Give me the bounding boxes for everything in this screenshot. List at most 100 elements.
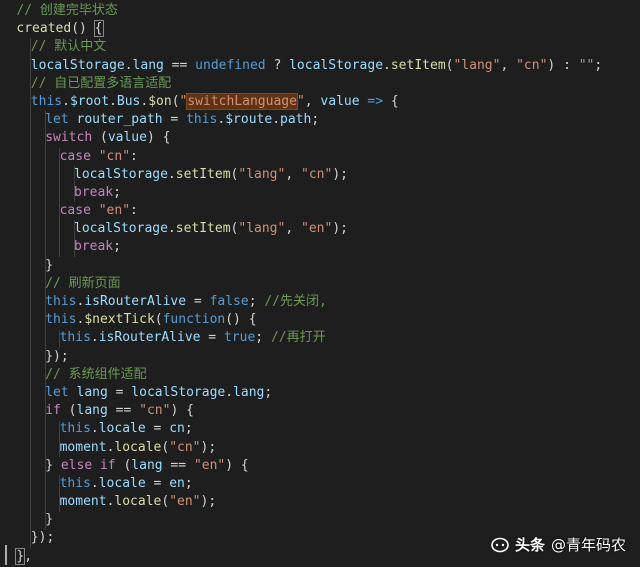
code-area[interactable]: // 创建完毕状态 created() {// 默认中文 localStorage.… (0, 2, 640, 566)
code-line[interactable]: break; (0, 184, 640, 202)
code-token: this (59, 475, 91, 491)
code-token: lang (131, 457, 163, 473)
code-token: path (280, 112, 312, 128)
code-line[interactable]: this.isRouterAlive = true; //再打开 (0, 329, 640, 347)
code-token: ) { (146, 130, 171, 146)
code-line[interactable]: this.$root.Bus.$on("switchLanguage", val… (0, 92, 640, 111)
code-token: setItem (175, 166, 231, 182)
code-token: switchLanguage (186, 92, 298, 110)
code-token: setItem (390, 57, 446, 73)
code-token: { (383, 93, 399, 109)
code-token: $nextTick (84, 312, 155, 328)
code-token: value (107, 130, 147, 146)
code-line[interactable]: // 默认中文 (0, 38, 640, 56)
code-token: { (93, 20, 104, 38)
code-token: localStorage (74, 166, 168, 182)
code-token: localStorage (131, 384, 226, 400)
code-token: ; (184, 475, 193, 491)
code-token: false (209, 294, 249, 309)
code-token: locale (114, 494, 162, 510)
code-token: = (107, 384, 132, 400)
code-token: . (90, 475, 99, 491)
code-token: = (200, 330, 224, 346)
code-token: //再打开 (270, 330, 326, 346)
code-line[interactable]: let lang = localStorage.lang; (0, 384, 640, 402)
code-token: localStorage (289, 57, 384, 73)
code-token: . (124, 57, 133, 73)
code-line[interactable]: moment.locale("en"); (0, 493, 640, 511)
code-line[interactable]: // 刷新页面 (0, 275, 640, 293)
code-token: if (99, 457, 116, 473)
code-token: this (59, 421, 91, 437)
code-line[interactable]: this.locale = en; (0, 475, 640, 493)
code-token: lang (233, 384, 265, 400)
code-token: // 创建完毕状态 (16, 3, 118, 18)
code-token: this (45, 294, 77, 309)
code-token: ( (154, 312, 163, 328)
code-token: , (285, 221, 301, 237)
code-token: // 刷新页面 (45, 275, 121, 291)
code-token: this (45, 312, 77, 328)
code-token: == (162, 457, 194, 473)
code-token: ) : (547, 57, 579, 73)
watermark-handle: @青年码农 (550, 536, 626, 554)
code-line[interactable]: case "en": (0, 202, 640, 220)
code-line[interactable]: this.locale = cn; (0, 420, 640, 438)
code-line[interactable]: } else if (lang == "en") { (0, 457, 640, 475)
code-token: switch (45, 130, 93, 146)
code-line[interactable]: moment.locale("cn"); (0, 439, 640, 457)
code-line[interactable]: let router_path = this.$route.path; (0, 111, 640, 129)
code-token: locale (98, 475, 146, 491)
code-token: . (383, 57, 391, 73)
code-token: ; (248, 294, 265, 309)
code-token: if (45, 403, 61, 419)
code-token: "cn" (516, 57, 548, 73)
code-line[interactable]: localStorage.setItem("lang", "en"); (0, 220, 640, 238)
code-token: : (130, 203, 138, 219)
code-token: : (130, 148, 138, 164)
code-line[interactable]: created() { (0, 20, 640, 38)
code-token: undefined (195, 57, 266, 73)
code-token: , (500, 57, 517, 73)
code-token: ; (184, 421, 193, 437)
code-line[interactable]: break; (0, 238, 640, 256)
code-line[interactable]: // 创建完毕状态 (0, 2, 640, 20)
code-line[interactable]: // 系统组件适配 (0, 366, 640, 384)
code-line[interactable]: this.isRouterAlive = false; //先关闭, (0, 293, 640, 311)
code-token: = (162, 112, 187, 128)
code-token: } (45, 512, 54, 528)
code-line[interactable]: case "cn": (0, 148, 640, 166)
code-line[interactable]: localStorage.lang == undefined ? localSt… (0, 57, 640, 75)
code-line[interactable]: } (0, 257, 640, 275)
code-token: }); (45, 348, 69, 364)
code-token: isRouterAlive (98, 330, 201, 346)
code-token: , (304, 93, 321, 109)
code-token: , (24, 548, 33, 564)
code-token: // 系统组件适配 (45, 366, 147, 382)
code-token: ( (161, 494, 170, 510)
code-token: value (320, 93, 360, 109)
code-token: ) { (225, 457, 249, 473)
text-cursor (5, 545, 7, 565)
code-editor[interactable]: // 创建完毕状态 created() {// 默认中文 localStorage.… (0, 0, 640, 567)
code-line[interactable]: if (lang == "cn") { (0, 402, 640, 420)
code-token: ( (171, 93, 180, 109)
code-token: ) { (170, 403, 194, 419)
code-token: . (272, 112, 281, 128)
code-line[interactable]: // 自已配置多语言适配 (0, 75, 640, 93)
code-line[interactable]: switch (value) { (0, 129, 640, 147)
code-token: moment (59, 494, 107, 510)
code-line[interactable]: this.$nextTick(function() { (0, 311, 640, 329)
code-token: // 默认中文 (30, 39, 107, 55)
code-token: case (59, 148, 91, 164)
code-line[interactable]: }); (0, 348, 640, 366)
code-token: ); (332, 221, 348, 237)
code-token: = (145, 475, 170, 491)
code-token: ( (60, 403, 77, 419)
code-token: "en" (301, 221, 333, 237)
code-line[interactable]: localStorage.setItem("lang", "cn"); (0, 166, 640, 184)
code-token: "lang" (238, 166, 286, 182)
code-line[interactable]: } (0, 511, 640, 529)
code-token: localStorage (74, 221, 168, 237)
